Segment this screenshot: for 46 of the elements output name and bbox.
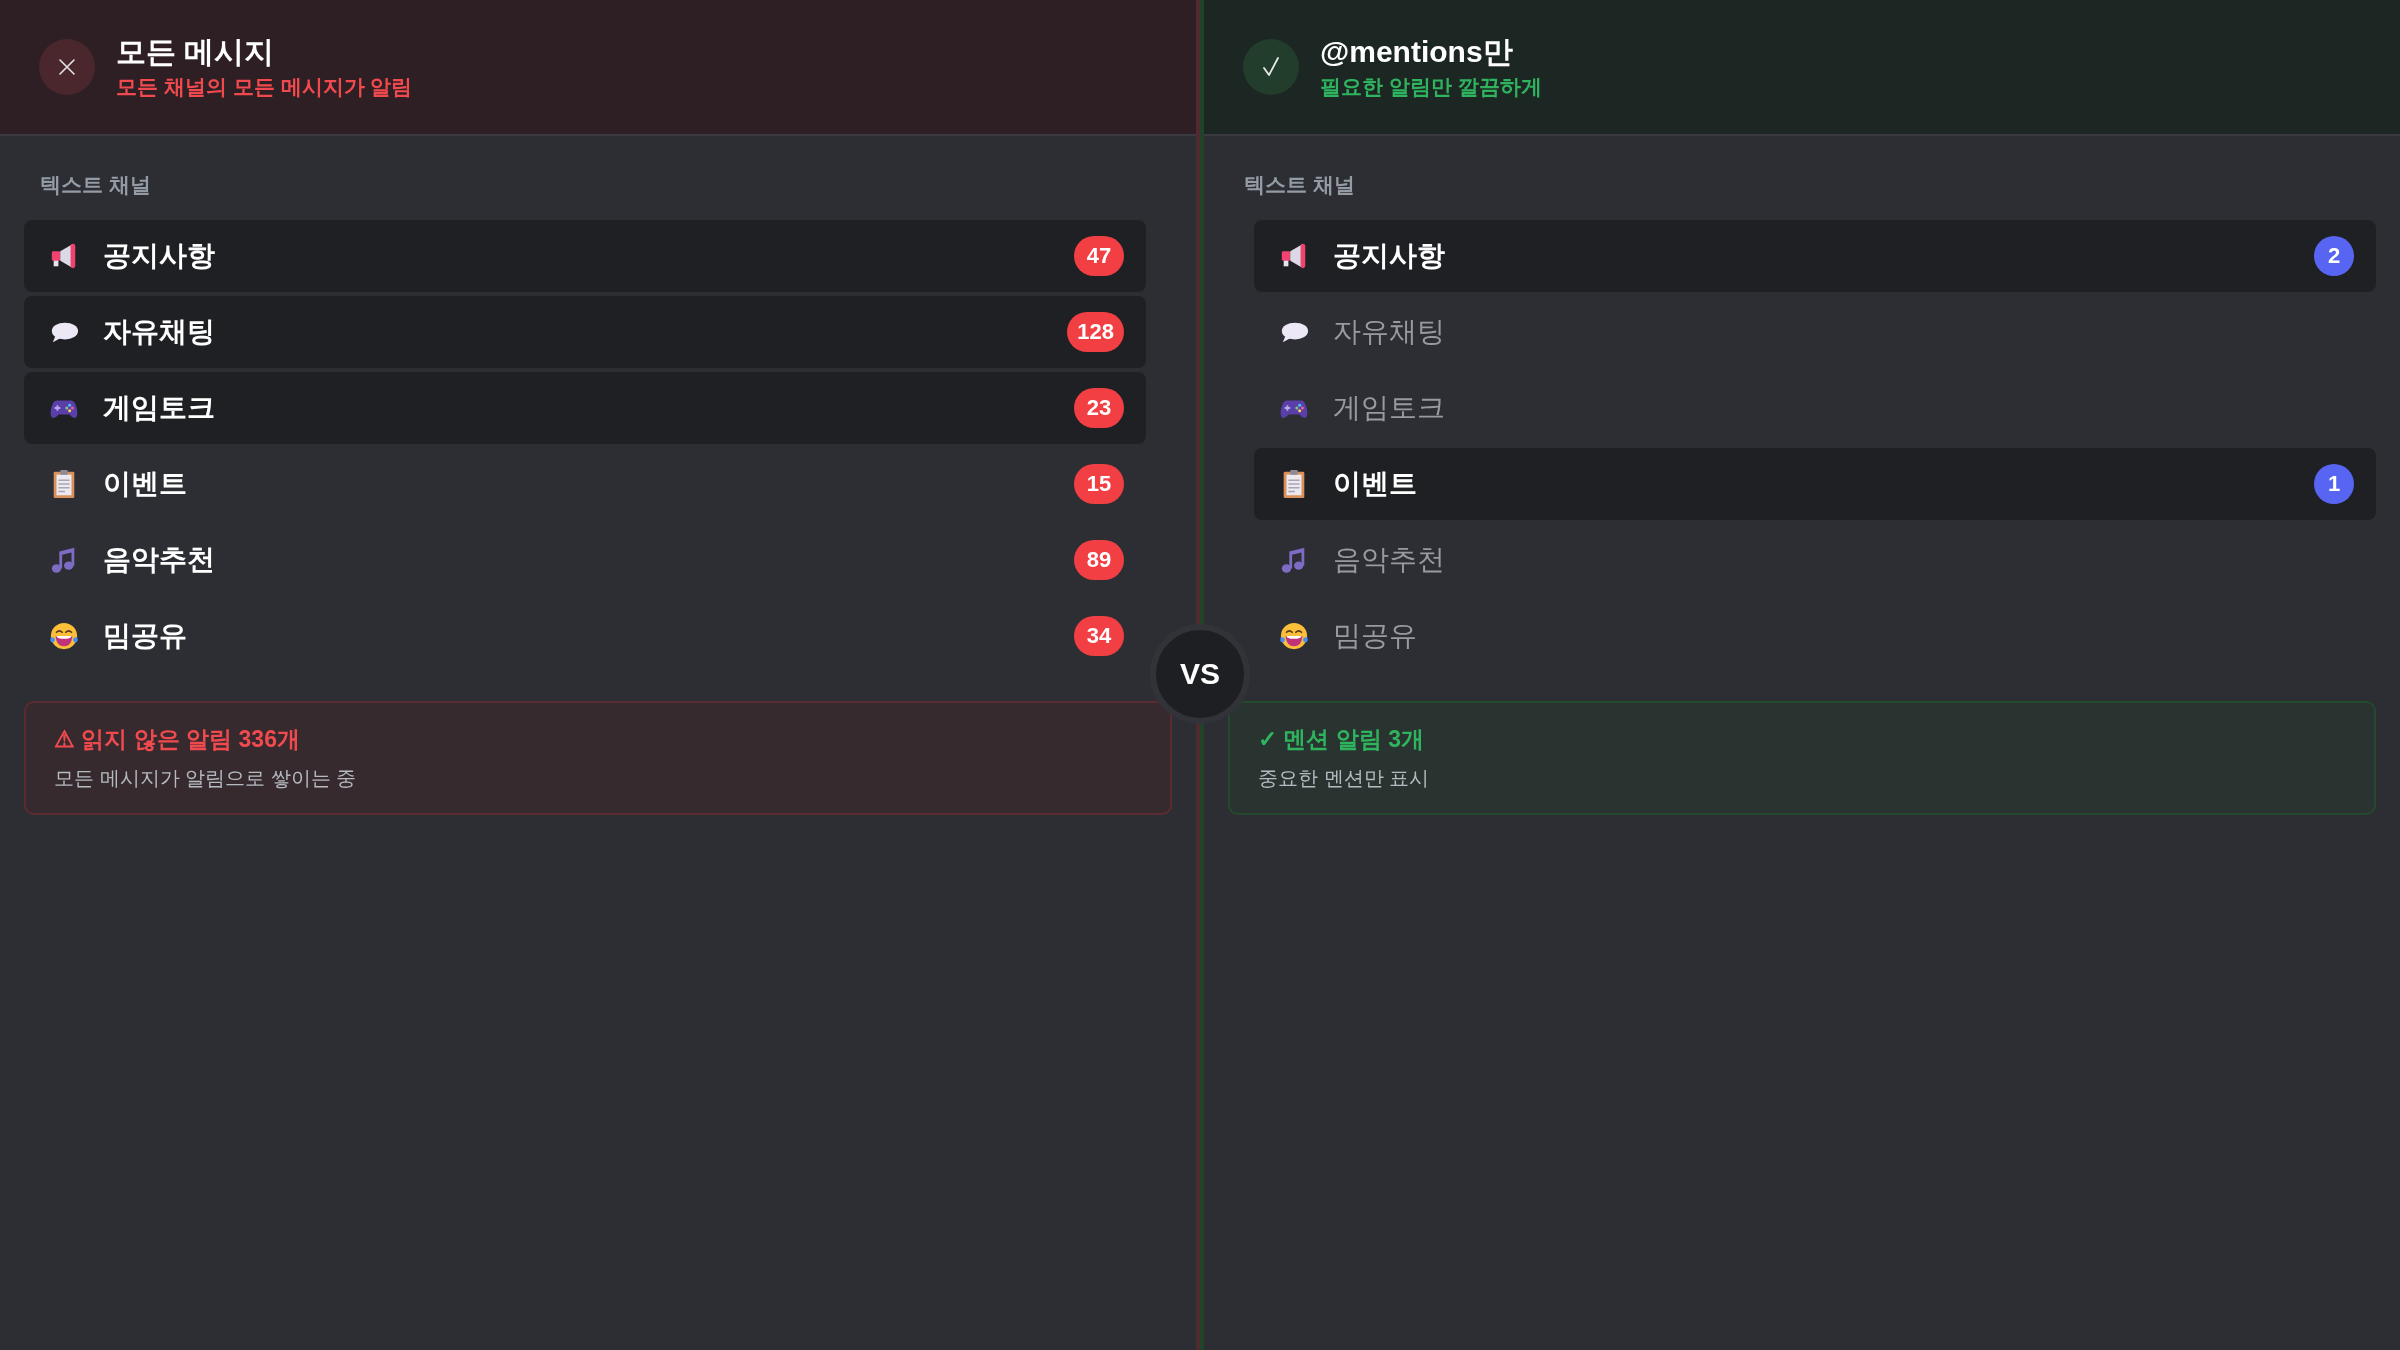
channel-name: 공지사항 [103,239,216,273]
channel-name: 음악추천 [103,543,216,577]
panel-subtitle: 필요한 알림만 깔끔하게 [1320,73,1542,99]
channel-name: 이벤트 [103,467,188,501]
channel-name: 밈공유 [1333,619,1418,653]
channel-row[interactable]: 자유채팅 128 [24,296,1146,368]
channel-row[interactable]: 이벤트 15 [24,448,1146,520]
channel-name: 게임토크 [1333,391,1446,425]
close-icon [39,39,95,95]
summary-title: ⚠ 읽지 않은 알림 336개 [54,725,301,754]
section-label: 텍스트 채널 [1243,172,1356,198]
channel-row[interactable]: 밈공유 [1254,600,2376,672]
count-badge: 2 [2314,236,2354,276]
laughing-face-icon [49,621,79,651]
channel-row[interactable]: 자유채팅 [1254,296,2376,368]
count-badge: 15 [1074,464,1124,504]
summary-text: 모든 메시지가 알림으로 쌓이는 중 [54,766,358,791]
channel-row[interactable]: 공지사항 47 [24,220,1146,292]
channel-row[interactable]: 음악추천 [1254,524,2376,596]
count-badge: 1 [2314,464,2354,504]
channel-name: 공지사항 [1333,239,1446,273]
channel-row[interactable]: 게임토크 23 [24,372,1146,444]
count-badge: 23 [1074,388,1124,428]
summary-title: ✓ 멘션 알림 3개 [1258,725,1425,754]
laughing-face-icon [1279,621,1309,651]
count-badge: 89 [1074,540,1124,580]
count-badge: 128 [1067,312,1124,352]
channel-row[interactable]: 음악추천 89 [24,524,1146,596]
channel-row[interactable]: 밈공유 34 [24,600,1146,672]
channel-name: 게임토크 [103,391,216,425]
channel-name: 밈공유 [103,619,188,653]
count-badge: 34 [1074,616,1124,656]
summary-text: 중요한 멘션만 표시 [1258,766,1431,791]
panel-title: @mentions만 [1320,35,1514,70]
channel-row[interactable]: 게임토크 [1254,372,2376,444]
channel-name: 음악추천 [1333,543,1446,577]
panel-subtitle: 모든 채널의 모든 메시지가 알림 [116,73,413,99]
count-badge: 47 [1074,236,1124,276]
channel-name: 자유채팅 [103,315,216,349]
channel-row[interactable]: 이벤트 1 [1254,448,2376,520]
channel-name: 자유채팅 [1333,315,1446,349]
panel-title: 모든 메시지 [116,35,276,70]
section-label: 텍스트 채널 [39,172,152,198]
channel-name: 이벤트 [1333,467,1418,501]
check-icon [1243,39,1299,95]
channel-row[interactable]: 공지사항 2 [1254,220,2376,292]
